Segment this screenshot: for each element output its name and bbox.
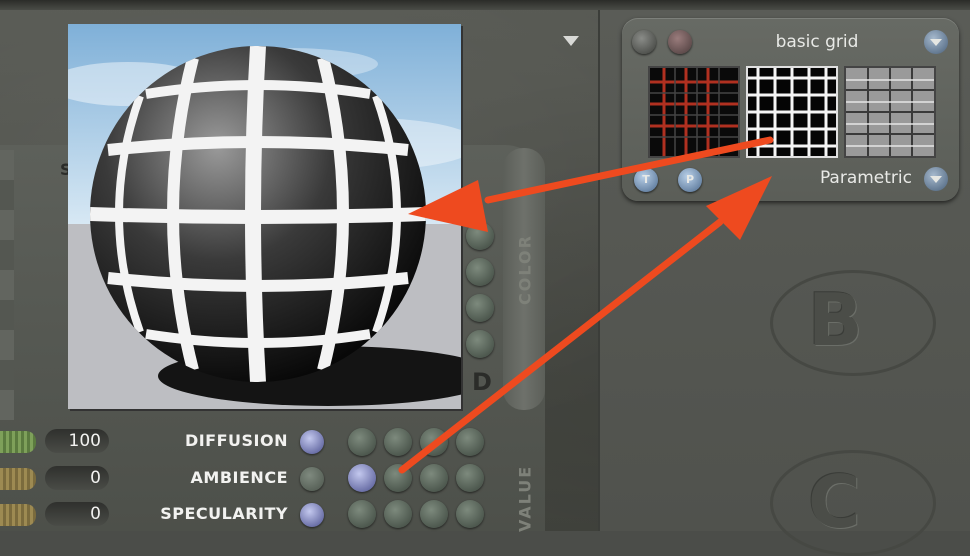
grid-sphere-render — [68, 24, 461, 409]
specularity-value-field[interactable]: 0 — [45, 502, 109, 526]
value-circle[interactable] — [456, 464, 484, 492]
ambience-label: AMBIENCE — [190, 468, 288, 487]
value-circle[interactable] — [420, 428, 448, 456]
value-circle[interactable] — [420, 464, 448, 492]
specularity-label: SPECULARITY — [160, 504, 288, 523]
red-grid-icon — [650, 68, 738, 156]
color-swatch-circle[interactable] — [466, 258, 494, 286]
value-circle[interactable] — [456, 500, 484, 528]
panel-letter-c[interactable]: C — [808, 460, 861, 544]
color-column-label: COLOR — [515, 234, 535, 306]
picker-forward-button[interactable] — [668, 30, 692, 54]
value-circle[interactable] — [348, 428, 376, 456]
value-circle[interactable] — [384, 428, 412, 456]
dropdown-triangle-icon[interactable] — [563, 36, 579, 46]
material-swatch-gray-grid[interactable] — [844, 66, 936, 158]
d-label: D — [472, 368, 492, 396]
color-swatch-circle[interactable] — [466, 222, 494, 250]
panel-letter-b[interactable]: B — [808, 278, 863, 362]
color-swatch-circle[interactable] — [466, 330, 494, 358]
material-preview — [68, 24, 461, 409]
white-grid-icon — [748, 68, 836, 156]
top-strip — [0, 0, 970, 10]
param-row-diffusion: 100 DIFFUSION — [0, 425, 340, 459]
texture-t-button[interactable]: T — [634, 168, 658, 192]
diffusion-slider[interactable] — [0, 431, 36, 453]
gray-grid-icon — [846, 68, 934, 156]
ambience-toggle[interactable] — [300, 467, 324, 491]
color-swatch-circle[interactable] — [466, 294, 494, 322]
value-circle[interactable] — [348, 500, 376, 528]
parametric-p-button[interactable]: P — [678, 168, 702, 192]
diffusion-label: DIFFUSION — [184, 431, 288, 450]
diffusion-toggle[interactable] — [300, 430, 324, 454]
value-circle-selected[interactable] — [348, 464, 376, 492]
ambience-value-field[interactable]: 0 — [45, 466, 109, 490]
value-circle[interactable] — [456, 428, 484, 456]
value-column-label: VALUE — [515, 464, 535, 532]
value-circle[interactable] — [420, 500, 448, 528]
value-circle[interactable] — [384, 464, 412, 492]
material-mode-label: Parametric — [819, 168, 912, 188]
material-picker-panel: basic grid T P Parametric — [622, 18, 959, 201]
value-circle[interactable] — [384, 500, 412, 528]
specularity-toggle[interactable] — [300, 503, 324, 527]
picker-back-button[interactable] — [632, 30, 656, 54]
mode-dropdown-chevron-icon[interactable] — [924, 167, 948, 191]
ambience-slider[interactable] — [0, 468, 36, 490]
diffusion-value-field[interactable]: 100 — [45, 429, 109, 453]
material-swatch-white-grid[interactable] — [746, 66, 838, 158]
specularity-slider[interactable] — [0, 504, 36, 526]
left-edge — [0, 150, 14, 420]
material-name: basic grid — [775, 32, 859, 52]
material-dropdown-chevron-icon[interactable] — [924, 30, 948, 54]
param-row-ambience: 0 AMBIENCE — [0, 462, 340, 496]
material-swatch-red-grid[interactable] — [648, 66, 740, 158]
param-row-specularity: 0 SPECULARITY — [0, 498, 340, 532]
